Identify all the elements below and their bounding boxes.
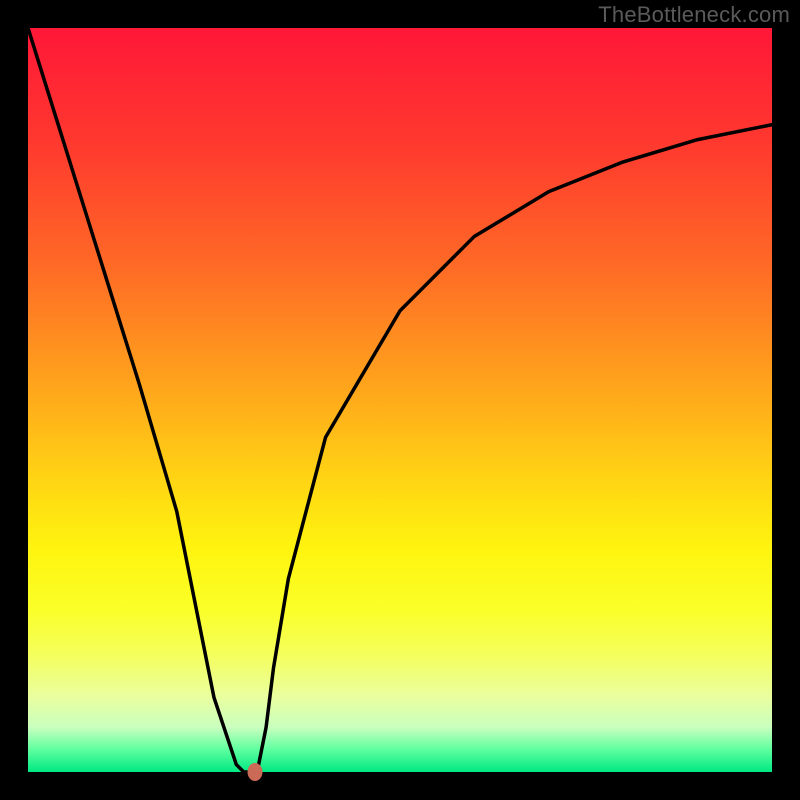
plot-area bbox=[28, 28, 772, 772]
watermark-text: TheBottleneck.com bbox=[598, 2, 790, 28]
chart-frame: TheBottleneck.com bbox=[0, 0, 800, 800]
minimum-marker bbox=[247, 763, 262, 781]
bottleneck-curve bbox=[28, 28, 772, 772]
